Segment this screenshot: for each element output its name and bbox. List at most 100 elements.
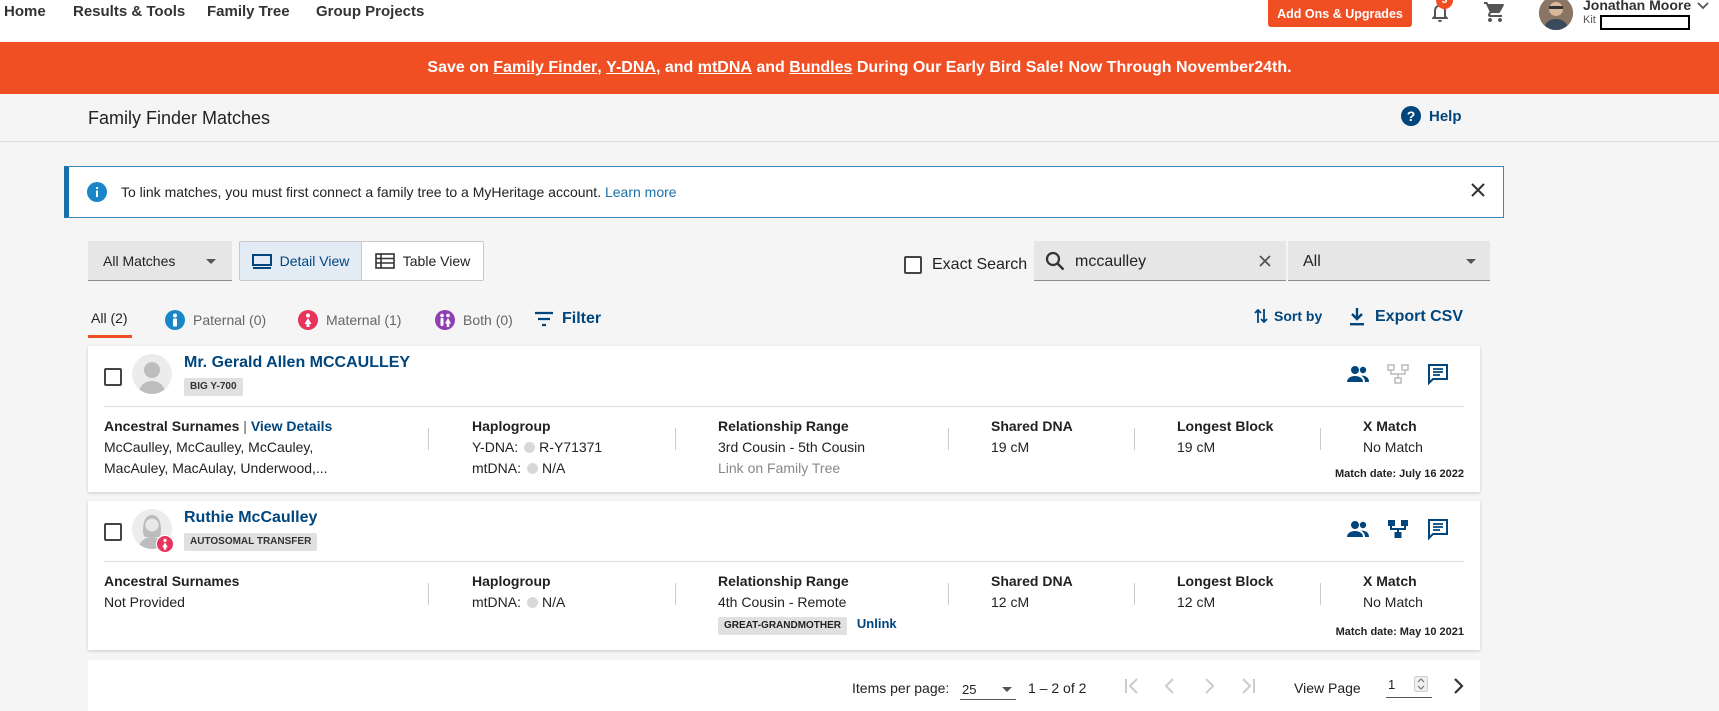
column-divider (675, 428, 676, 450)
search-field[interactable]: mccaulley (1034, 241, 1286, 281)
in-common-with-icon[interactable] (1346, 517, 1370, 541)
nav-group-projects[interactable]: Group Projects (316, 3, 424, 20)
match-name[interactable]: Mr. Gerald Allen MCCAULLEY (184, 354, 410, 372)
tab-maternal-label: Maternal (1) (326, 312, 402, 328)
surnames-column: Ancestral Surnames Not Provided (104, 571, 239, 613)
notes-icon[interactable] (1426, 362, 1450, 386)
table-view-button[interactable]: Table View (362, 242, 483, 280)
card-divider (104, 561, 1464, 562)
search-icon (1045, 251, 1065, 271)
unlink-link[interactable]: Unlink (857, 616, 897, 631)
svg-text:?: ? (1407, 108, 1416, 124)
go-to-page-icon[interactable] (1448, 676, 1468, 696)
surnames-line: McCaulley, McCaulley, McCauley, (104, 439, 314, 455)
chevron-down-icon[interactable] (1697, 2, 1709, 10)
tab-both[interactable]: Both (0) (435, 310, 513, 330)
tab-paternal[interactable]: Paternal (0) (165, 310, 266, 330)
mtdna-label: mtDNA: (472, 460, 521, 476)
table-view-label: Table View (402, 253, 471, 269)
search-scope-dropdown[interactable]: All (1288, 241, 1490, 281)
page-number-input[interactable]: 1 (1386, 676, 1432, 698)
column-divider (428, 428, 429, 450)
nav-results-tools[interactable]: Results & Tools (73, 3, 185, 20)
last-page-icon[interactable] (1238, 676, 1258, 696)
first-page-icon[interactable] (1122, 676, 1142, 696)
promo-text: Save on (427, 59, 494, 76)
surnames-column: Ancestral Surnames | View Details McCaul… (104, 416, 332, 479)
check-circle-icon (527, 463, 538, 474)
close-icon[interactable] (1469, 181, 1487, 199)
match-name[interactable]: Ruthie McCaulley (184, 509, 317, 527)
relationship-heading: Relationship Range (718, 573, 849, 589)
family-tree-icon[interactable] (1386, 362, 1410, 386)
checkbox[interactable] (904, 256, 922, 274)
export-csv-button[interactable]: Export CSV (1349, 307, 1463, 327)
view-details-link[interactable]: View Details (251, 418, 332, 434)
promo-link-family-finder[interactable]: Family Finder (493, 59, 597, 77)
match-select-checkbox[interactable] (104, 368, 122, 386)
clear-search-icon[interactable] (1259, 255, 1271, 267)
nav-family-tree[interactable]: Family Tree (207, 3, 290, 20)
tab-maternal[interactable]: Maternal (1) (298, 310, 401, 330)
shopping-cart-icon[interactable] (1482, 0, 1508, 24)
dropdown-arrow-icon (1002, 687, 1012, 692)
test-type-badge: BIG Y-700 (184, 378, 243, 396)
user-avatar[interactable] (1539, 0, 1573, 30)
help-link[interactable]: ? Help (1401, 106, 1462, 126)
match-select-checkbox[interactable] (104, 523, 122, 541)
exact-search-checkbox[interactable]: Exact Search (904, 256, 1027, 274)
sort-by-label: Sort by (1274, 308, 1323, 324)
matches-dropdown[interactable]: All Matches (88, 241, 232, 281)
column-divider (1134, 583, 1135, 605)
promo-text: , (597, 59, 607, 76)
info-alert: To link matches, you must first connect … (64, 166, 1504, 218)
notes-icon[interactable] (1426, 517, 1450, 541)
paternal-icon (165, 310, 185, 330)
learn-more-link[interactable]: Learn more (605, 184, 677, 200)
haplogroup-column: Haplogroup Y-DNA: R-Y71371 mtDNA: N/A (472, 416, 602, 479)
promo-link-bundles[interactable]: Bundles (789, 59, 852, 77)
export-csv-label: Export CSV (1375, 308, 1464, 325)
check-circle-icon (524, 442, 536, 453)
detail-view-button[interactable]: Detail View (240, 242, 362, 280)
mtdna-value: N/A (542, 594, 566, 610)
family-tree-icon[interactable] (1386, 517, 1410, 541)
surnames-line: MacAuley, MacAulay, Underwood,... (104, 460, 328, 476)
match-avatar[interactable] (132, 354, 172, 394)
filter-button[interactable]: Filter (534, 310, 601, 328)
tab-all[interactable]: All (2) (91, 310, 128, 326)
filter-icon (534, 311, 554, 327)
in-common-with-icon[interactable] (1346, 362, 1370, 386)
next-page-icon[interactable] (1199, 676, 1219, 696)
exact-search-label: Exact Search (932, 256, 1028, 273)
relationship-column: Relationship Range 4th Cousin - Remote G… (718, 571, 897, 635)
page-title: Family Finder Matches (88, 108, 271, 128)
shared-dna-heading: Shared DNA (991, 573, 1073, 589)
x-match-heading: X Match (1363, 573, 1417, 589)
promo-link-mtdna[interactable]: mtDNA (698, 59, 752, 77)
x-match-heading: X Match (1363, 418, 1417, 434)
x-match-value: No Match (1363, 594, 1423, 610)
link-on-family-tree[interactable]: Link on Family Tree (718, 458, 865, 479)
column-divider (948, 583, 949, 605)
items-per-page-select[interactable]: 25 (960, 676, 1016, 700)
user-name[interactable]: Jonathan Moore (1583, 0, 1691, 13)
active-tab-indicator (88, 335, 132, 338)
promo-link-y-dna[interactable]: Y-DNA (606, 59, 656, 77)
relationship-heading: Relationship Range (718, 418, 849, 434)
add-ons-upgrades-button[interactable]: Add Ons & Upgrades (1268, 0, 1412, 27)
maternal-icon (156, 535, 174, 553)
column-divider (1134, 428, 1135, 450)
sort-by-button[interactable]: Sort by (1254, 307, 1322, 325)
check-circle-icon (527, 597, 538, 608)
search-input[interactable]: mccaulley (1075, 253, 1146, 271)
stepper-icon[interactable] (1414, 676, 1428, 692)
previous-page-icon[interactable] (1160, 676, 1180, 696)
mtdna-value: N/A (542, 460, 566, 476)
nav-home[interactable]: Home (4, 3, 46, 20)
match-actions (1346, 362, 1450, 386)
help-label: Help (1429, 107, 1462, 125)
match-actions (1346, 517, 1450, 541)
kit-label: Kit (1583, 14, 1596, 26)
test-type-badge: AUTOSOMAL TRANSFER (184, 533, 318, 551)
